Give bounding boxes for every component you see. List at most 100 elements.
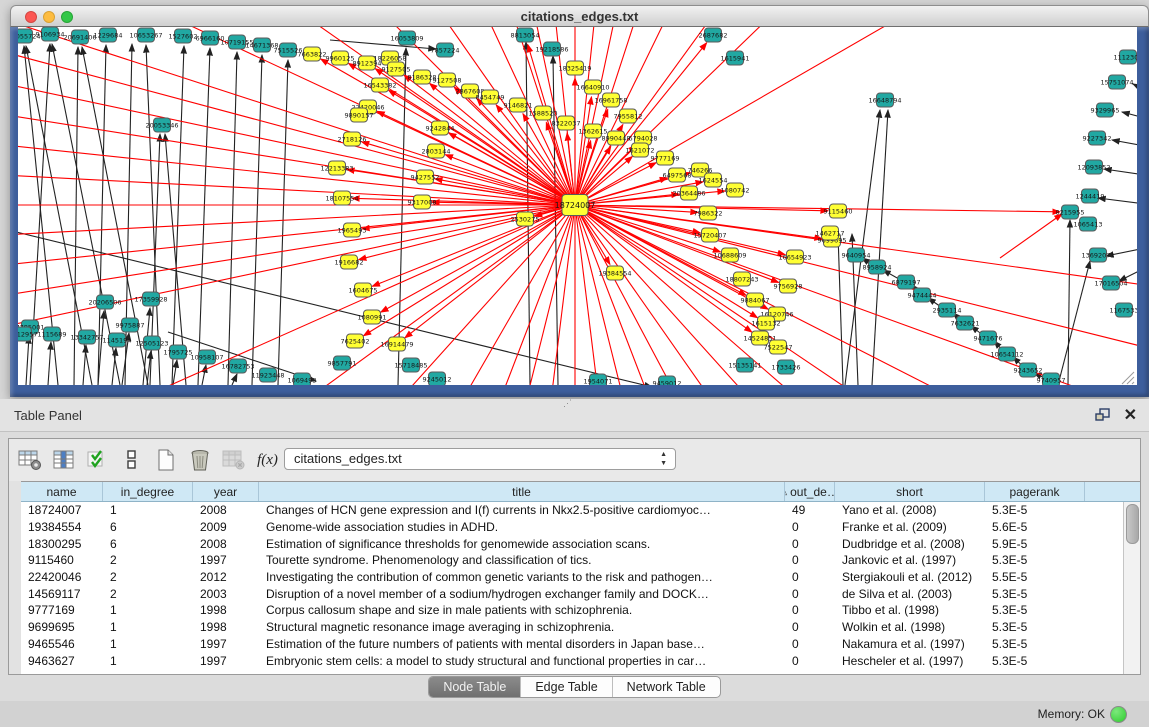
column-header-out_de[interactable]: △out_de… [785,482,835,501]
graph-edge[interactable] [198,48,210,385]
graph-node[interactable]: 9474444 [908,288,937,302]
graph-node[interactable]: 8322037 [552,116,581,130]
table-row[interactable]: 1938455462009Genome-wide association stu… [21,519,1123,536]
graph-node[interactable]: 12213383 [320,161,353,175]
scrollbar-thumb[interactable] [1126,504,1139,544]
window-titlebar[interactable]: citations_edges.txt [10,5,1149,27]
table-settings-icon[interactable] [16,447,43,474]
graph-edge[interactable] [1068,220,1070,385]
graph-node[interactable]: 7955812 [614,109,643,123]
column-header-pagerank[interactable]: pagerank [985,482,1085,501]
graph-edge[interactable] [1000,214,1062,258]
graph-node[interactable]: 1167533 [1110,303,1137,317]
graph-node[interactable]: 16961758 [594,93,627,107]
graph-edge[interactable] [18,132,575,205]
graph-node[interactable]: 1244419 [1076,189,1105,203]
column-select-icon[interactable] [50,447,77,474]
column-header-short[interactable]: short [835,482,985,501]
graph-node[interactable]: 9127508 [433,73,462,87]
table-row[interactable]: 969969511998Structural magnetic resonanc… [21,619,1123,636]
graph-edge[interactable] [1133,84,1137,90]
column-header-in_degree[interactable]: in_degree [103,482,193,501]
graph-node[interactable]: 10958107 [190,350,223,364]
network-canvas[interactable]: 1405572491069342069140612296841065326715… [18,27,1137,385]
graph-node[interactable]: 1229684 [94,28,123,42]
graph-node[interactable]: 2718126 [338,132,367,146]
graph-node[interactable]: 1080742 [721,183,750,197]
table-row[interactable]: 946362711997Embryonic stem cells: a mode… [21,652,1123,669]
table-row[interactable]: 1830029562008Estimation of significance … [21,535,1123,552]
graph-node[interactable]: 1065413 [1074,217,1103,231]
graph-node[interactable]: 2803144 [422,144,451,158]
graph-node[interactable]: 9640954 [842,248,871,262]
graph-node[interactable]: 16640910 [576,80,609,94]
graph-node[interactable]: 1112302 [1114,50,1137,64]
graph-node[interactable]: 16053809 [390,31,423,45]
graph-node[interactable]: 16914479 [380,337,413,351]
graph-node[interactable]: 9975887 [116,318,145,332]
column-header-year[interactable]: year [193,482,259,501]
graph-edge[interactable] [173,360,177,385]
graph-edge[interactable] [252,55,262,385]
graph-edge[interactable] [228,52,237,385]
graph-node[interactable]: 1615941 [721,51,750,65]
table-row[interactable]: 946554611997Estimation of the future num… [21,636,1123,653]
graph-node[interactable]: 2687682 [699,28,728,42]
table-body[interactable]: 1872400712008Changes of HCN gene express… [21,502,1123,674]
graph-node[interactable]: 13692071 [1081,248,1114,262]
graph-node[interactable]: 16782753 [221,359,254,373]
graph-node[interactable]: 9427552 [411,170,440,184]
graph-node[interactable]: 1080991 [358,310,387,324]
function-fx-icon[interactable]: f(x) [254,447,281,474]
graph-node[interactable]: 9471676 [974,331,1003,345]
table-row[interactable]: 1872400712008Changes of HCN gene express… [21,502,1123,519]
citation-graph[interactable]: 1405572491069342069140612296841065326715… [18,27,1137,385]
graph-node[interactable]: 9227342 [1083,131,1112,145]
graph-node[interactable]: 15135141 [728,358,761,372]
table-select-combo[interactable]: citations_edges.txt ▲▼ [284,448,676,470]
graph-edge[interactable] [575,27,1137,205]
column-header-name[interactable]: name [21,482,103,501]
table-row[interactable]: 2242004622012Investigating the contribut… [21,569,1123,586]
graph-node[interactable]: 15751074 [1100,75,1133,89]
graph-node[interactable]: 8813054 [511,28,540,42]
float-panel-icon[interactable] [1095,408,1111,422]
new-document-icon[interactable] [152,447,179,474]
tab-network-table[interactable]: Network Table [613,677,720,697]
graph-edge[interactable] [372,205,575,286]
graph-node[interactable]: 7632621 [951,316,980,330]
graph-edge[interactable] [381,205,575,312]
select-all-checks-icon[interactable] [84,447,111,474]
graph-node[interactable]: 20364486 [672,186,705,200]
graph-node[interactable]: 9960125 [326,51,355,65]
graph-node[interactable]: 16648794 [868,93,901,107]
graph-node[interactable]: 1916682 [335,255,364,269]
column-header-title[interactable]: title [259,482,785,501]
graph-node[interactable]: 1069493 [288,373,317,385]
tab-node-table[interactable]: Node Table [429,677,521,697]
graph-edge[interactable] [83,345,86,385]
graph-node[interactable]: 10654112 [990,347,1023,361]
close-panel-icon[interactable]: ✕ [1124,405,1137,425]
graph-edge[interactable] [575,27,1137,205]
delete-trash-icon[interactable] [186,447,213,474]
tab-edge-table[interactable]: Edge Table [521,677,612,697]
graph-node[interactable]: 11923448 [251,368,284,382]
graph-node[interactable]: 16654923 [778,250,811,264]
graph-node[interactable]: 1954071 [584,374,613,385]
graph-node[interactable]: 9857791 [328,356,357,370]
graph-node[interactable]: 17016504 [1094,276,1127,290]
graph-node[interactable]: 2935114 [933,303,962,317]
graph-node[interactable]: 9459012 [653,376,682,385]
graph-node[interactable]: 8215955 [1056,205,1085,219]
graph-node[interactable]: 9756928 [774,279,803,293]
graph-node[interactable]: 1733426 [772,360,801,374]
graph-edge[interactable] [26,336,29,385]
graph-edge[interactable] [1122,112,1137,118]
graph-edge[interactable] [575,27,1137,205]
graph-edge[interactable] [1058,261,1090,385]
graph-node[interactable]: 1965493 [338,223,367,237]
graph-node[interactable]: 7857224 [431,43,460,57]
graph-node[interactable]: 20691406 [63,30,96,44]
graph-edge[interactable] [575,27,1137,205]
